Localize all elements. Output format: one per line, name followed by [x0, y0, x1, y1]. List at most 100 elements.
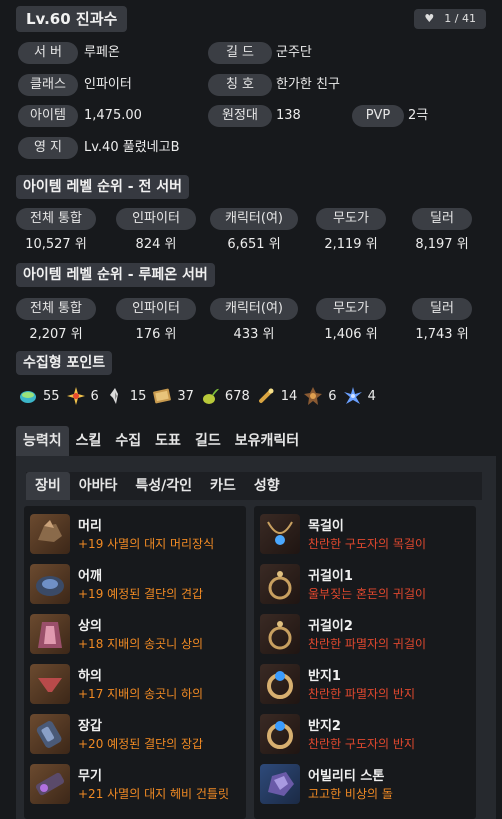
equipment-item-name: +19 사멸의 대지 머리장식	[78, 537, 215, 551]
item-level-label: 아이템	[18, 105, 78, 127]
equipment-slot-earring2[interactable]: 귀걸이2 찬란한 파멸자의 귀걸이	[260, 611, 472, 657]
equipment-slot-necklace[interactable]: 목걸이 찬란한 구도자의 목걸이	[260, 511, 472, 557]
tab-card[interactable]: 카드	[201, 472, 245, 500]
equipment-slot-ring2[interactable]: 반지2 찬란한 구도자의 반지	[260, 711, 472, 757]
equipment-item-name: +21 사멸의 대지 헤비 건틀릿	[78, 787, 229, 801]
rank-all-cell: 인파이터 824 위	[116, 208, 196, 252]
rank-label: 인파이터	[116, 208, 196, 230]
earring-icon	[260, 564, 300, 604]
collect-item[interactable]: 4	[343, 386, 376, 406]
ability-stone-icon	[260, 764, 300, 804]
chest-armor-icon	[30, 614, 70, 654]
equipment-slot-ring1[interactable]: 반지1 찬란한 파멸자의 반지	[260, 661, 472, 707]
equipment-slot-name: 귀걸이2	[308, 619, 353, 634]
tab-skills[interactable]: 스킬	[69, 426, 109, 456]
server-label: 서 버	[18, 42, 78, 64]
rank-server-cell: 캐릭터(여) 433 위	[210, 298, 298, 342]
collect-value: 37	[177, 388, 194, 404]
equipment-slot-bottom[interactable]: 하의 +17 지배의 송곳니 하의	[30, 661, 242, 707]
collect-value: 678	[224, 388, 250, 404]
collect-item[interactable]: 6	[303, 386, 337, 406]
tab-avatar[interactable]: 아바타	[70, 472, 127, 500]
collect-item[interactable]: 6	[66, 386, 99, 406]
character-title: Lv.60 진과수	[16, 6, 128, 32]
equipment-item-name: +20 예정된 결단의 장갑	[78, 737, 204, 751]
shoulder-icon	[30, 564, 70, 604]
sub-tabs: 장비 아바타 특성/각인 카드 성향	[26, 472, 482, 500]
equipment-item-name: 찬란한 파멸자의 귀걸이	[308, 637, 427, 651]
equipment-item-name: +19 예정된 결단의 견갑	[78, 587, 204, 601]
helmet-icon	[30, 514, 70, 554]
equipment-slot-gloves[interactable]: 장갑 +20 예정된 결단의 장갑	[30, 711, 242, 757]
equipment-slot-earring1[interactable]: 귀걸이1 울부짖는 혼돈의 귀걸이	[260, 561, 472, 607]
equipment-slot-name: 장갑	[78, 719, 102, 734]
equipment-accessory-column: 목걸이 찬란한 구도자의 목걸이 귀걸이1 울부짖는 혼돈의 귀걸이 귀걸이2 …	[254, 506, 476, 819]
expedition-label: 원정대	[208, 105, 272, 127]
equipment-item-name: 찬란한 파멸자의 반지	[308, 687, 415, 701]
tab-chart[interactable]: 도표	[148, 426, 188, 456]
rank-value: 10,527 위	[25, 237, 87, 252]
weapon-gauntlet-icon	[30, 764, 70, 804]
mokoko-seed-icon	[202, 388, 219, 404]
page-counter-text: 1 / 41	[444, 12, 476, 25]
rank-value: 1,743 위	[415, 327, 469, 342]
equipment-slot-ability-stone[interactable]: 어빌리티 스톤 고고한 비상의 돌	[260, 761, 472, 807]
tab-equipment[interactable]: 장비	[26, 472, 70, 500]
equipment-slot-shoulder[interactable]: 어깨 +19 예정된 결단의 견갑	[30, 561, 242, 607]
collect-value: 4	[367, 388, 376, 404]
collect-item[interactable]: 14	[256, 386, 297, 406]
rank-label: 전체 통합	[16, 208, 96, 230]
tab-tendency[interactable]: 성향	[245, 472, 289, 500]
collect-title: 수집형 포인트	[16, 351, 113, 375]
title-value: 한가한 친구	[276, 77, 340, 92]
collect-value: 55	[43, 388, 60, 404]
island-heart-icon	[20, 391, 36, 403]
rank-all-cell: 무도가 2,119 위	[316, 208, 386, 252]
equipment-slot-weapon[interactable]: 무기 +21 사멸의 대지 헤비 건틀릿	[30, 761, 242, 807]
tab-guild[interactable]: 길드	[188, 426, 228, 456]
rank-value: 433 위	[233, 327, 275, 342]
tab-collection[interactable]: 수집	[108, 426, 148, 456]
rank-label: 무도가	[316, 208, 386, 230]
orpheus-star-icon	[304, 387, 323, 405]
ring-icon	[260, 714, 300, 754]
server-value: 루페온	[84, 45, 120, 60]
rank-label: 캐릭터(여)	[210, 298, 298, 320]
guild-value: 군주단	[276, 45, 312, 60]
collect-item[interactable]: 15	[105, 386, 146, 406]
rank-all-cell: 캐릭터(여) 6,651 위	[210, 208, 298, 252]
item-level-value: 1,475.00	[84, 108, 142, 123]
rank-label: 딜러	[412, 208, 472, 230]
equipment-item-name: 고고한 비상의 돌	[308, 787, 393, 801]
rank-server-cell: 딜러 1,743 위	[412, 298, 472, 342]
character-page-counter[interactable]: ♥ 1 / 41	[414, 9, 486, 29]
territory-value: Lv.40 풀렸네고B	[84, 140, 180, 155]
collect-item[interactable]: 55	[18, 386, 60, 406]
collect-item[interactable]: 678	[200, 386, 250, 406]
collect-value: 6	[328, 388, 337, 404]
pants-icon	[30, 664, 70, 704]
equipment-slot-name: 목걸이	[308, 519, 344, 534]
tab-engraving[interactable]: 특성/각인	[126, 472, 201, 500]
equipment-slot-top[interactable]: 상의 +18 지배의 송곳니 상의	[30, 611, 242, 657]
collect-item[interactable]: 37	[152, 386, 194, 406]
collect-value: 6	[90, 388, 99, 404]
equipment-slot-name: 반지1	[308, 669, 341, 684]
tab-characters[interactable]: 보유캐릭터	[228, 426, 306, 456]
heart-icon[interactable]: ♥	[424, 9, 434, 29]
main-tabs: 능력치 스킬 수집 도표 길드 보유캐릭터	[16, 426, 306, 456]
rank-server-title: 아이템 레벨 순위 - 루페온 서버	[16, 263, 215, 287]
tab-stats[interactable]: 능력치	[16, 426, 69, 456]
necklace-icon	[260, 514, 300, 554]
rank-value: 1,406 위	[324, 327, 378, 342]
guild-label: 길 드	[208, 42, 272, 64]
equipment-item-name: +17 지배의 송곳니 하의	[78, 687, 204, 701]
rank-all-cell: 전체 통합 10,527 위	[16, 208, 96, 252]
equipment-item-name: 찬란한 구도자의 목걸이	[308, 537, 427, 551]
earring-icon	[260, 614, 300, 654]
equipment-item-name: 찬란한 구도자의 반지	[308, 737, 415, 751]
equipment-slot-name: 어깨	[78, 569, 102, 584]
equipment-slot-head[interactable]: 머리 +19 사멸의 대지 머리장식	[30, 511, 242, 557]
equipment-armor-column: 머리 +19 사멸의 대지 머리장식 어깨 +19 예정된 결단의 견갑 상의 …	[24, 506, 246, 819]
rank-label: 인파이터	[116, 298, 196, 320]
